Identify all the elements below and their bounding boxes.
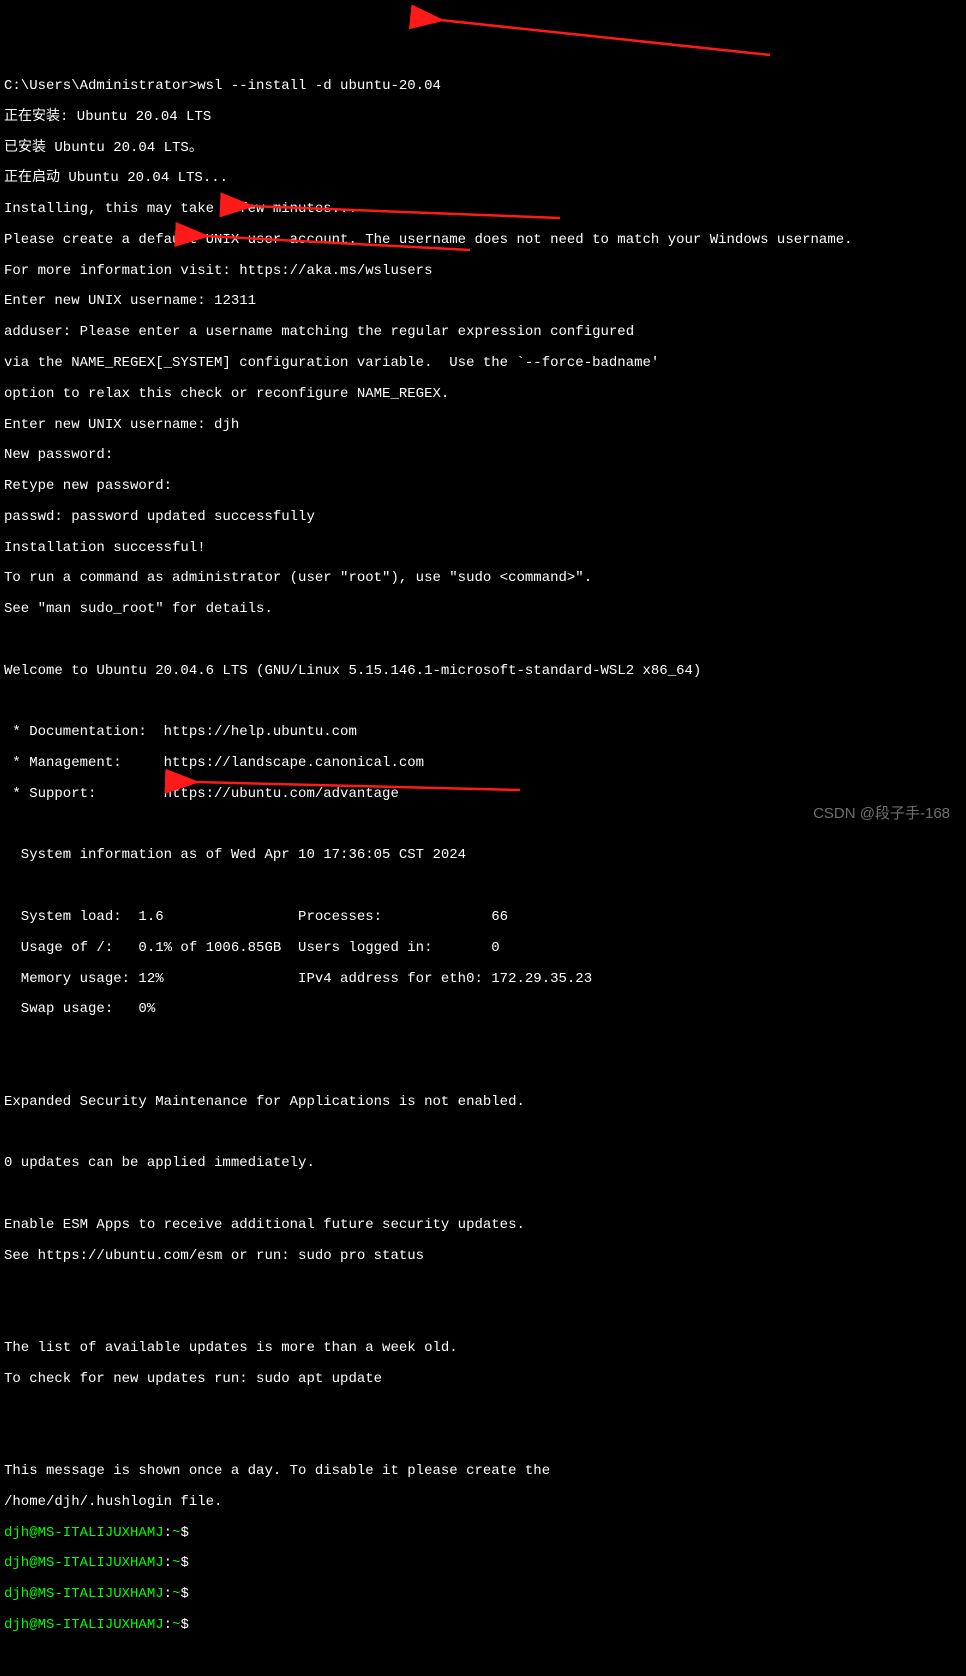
line-sysinfo: System information as of Wed Apr 10 17:3… (4, 848, 962, 863)
shell-prompt[interactable]: djh@MS-ITALIJUXHAMJ:~$ (4, 1587, 962, 1602)
blank (4, 1126, 962, 1141)
blank (4, 1033, 962, 1048)
arrow-annotation (440, 20, 770, 55)
line-new-pw: New password: (4, 448, 962, 463)
ps1-user-host: djh@MS-ITALIJUXHAMJ (4, 1617, 164, 1633)
shell-prompt[interactable]: djh@MS-ITALIJUXHAMJ:~$ (4, 1526, 962, 1541)
shell-prompt[interactable]: djh@MS-ITALIJUXHAMJ:~$ (4, 1556, 962, 1571)
ps1-path: ~ (172, 1555, 180, 1571)
line-adduser-err1: adduser: Please enter a username matchin… (4, 325, 962, 340)
shell-prompt[interactable]: djh@MS-ITALIJUXHAMJ:~$ (4, 1618, 962, 1633)
ps1-sep: : (164, 1555, 172, 1571)
line-esm3: See https://ubuntu.com/esm or run: sudo … (4, 1249, 962, 1264)
blank (4, 1403, 962, 1418)
ps1-sep: : (164, 1617, 172, 1633)
line-doc: * Documentation: https://help.ubuntu.com (4, 725, 962, 740)
command-text: wsl --install -d ubuntu-20.04 (197, 78, 441, 94)
line-supp: * Support: https://ubuntu.com/advantage (4, 787, 962, 802)
terminal-output[interactable]: C:\Users\Administrator>wsl --install -d … (4, 64, 962, 1649)
ps1-path: ~ (172, 1525, 180, 1541)
enter-user1-value: 12311 (214, 293, 256, 309)
line-pw-updated: passwd: password updated successfully (4, 510, 962, 525)
blank (4, 1064, 962, 1079)
blank (4, 695, 962, 710)
ps1-user-host: djh@MS-ITALIJUXHAMJ (4, 1525, 164, 1541)
line-installing: Installing, this may take a few minutes.… (4, 202, 962, 217)
line-adduser-err3: option to relax this check or reconfigur… (4, 387, 962, 402)
blank (4, 1433, 962, 1448)
line-updates: 0 updates can be applied immediately. (4, 1156, 962, 1171)
ps1-sep: : (164, 1525, 172, 1541)
blank (4, 1279, 962, 1294)
line-more-info: For more information visit: https://aka.… (4, 264, 962, 279)
line-sys3: Memory usage: 12% IPv4 address for eth0:… (4, 972, 962, 987)
line-starting-zh: 正在启动 Ubuntu 20.04 LTS... (4, 171, 962, 186)
line-install-ok: Installation successful! (4, 541, 962, 556)
ps1-dollar: $ (180, 1586, 188, 1602)
line-old1: The list of available updates is more th… (4, 1341, 962, 1356)
line-esm2: Enable ESM Apps to receive additional fu… (4, 1218, 962, 1233)
line-adduser-err2: via the NAME_REGEX[_SYSTEM] configuratio… (4, 356, 962, 371)
ps1-path: ~ (172, 1586, 180, 1602)
blank (4, 879, 962, 894)
line-sys2: Usage of /: 0.1% of 1006.85GB Users logg… (4, 941, 962, 956)
blank (4, 818, 962, 833)
line-hush1: This message is shown once a day. To dis… (4, 1464, 962, 1479)
blank (4, 1187, 962, 1202)
ps1-user-host: djh@MS-ITALIJUXHAMJ (4, 1586, 164, 1602)
ps1-dollar: $ (180, 1555, 188, 1571)
line-create-account: Please create a default UNIX user accoun… (4, 233, 962, 248)
ps1-dollar: $ (180, 1617, 188, 1633)
line-installed-zh: 已安装 Ubuntu 20.04 LTS。 (4, 141, 962, 156)
line-mgmt: * Management: https://landscape.canonica… (4, 756, 962, 771)
ps1-user-host: djh@MS-ITALIJUXHAMJ (4, 1555, 164, 1571)
win-prompt: C:\Users\Administrator> (4, 78, 197, 94)
line-old2: To check for new updates run: sudo apt u… (4, 1372, 962, 1387)
line-sudo2: See "man sudo_root" for details. (4, 602, 962, 617)
line-installing-zh: 正在安装: Ubuntu 20.04 LTS (4, 110, 962, 125)
line-welcome: Welcome to Ubuntu 20.04.6 LTS (GNU/Linux… (4, 664, 962, 679)
line-sys4: Swap usage: 0% (4, 1002, 962, 1017)
line-esm1: Expanded Security Maintenance for Applic… (4, 1095, 962, 1110)
line-hush2: /home/djh/.hushlogin file. (4, 1495, 962, 1510)
ps1-path: ~ (172, 1617, 180, 1633)
ps1-sep: : (164, 1586, 172, 1602)
line-sys1: System load: 1.6 Processes: 66 (4, 910, 962, 925)
line-retype-pw: Retype new password: (4, 479, 962, 494)
blank (4, 1310, 962, 1325)
enter-user2-label: Enter new UNIX username: (4, 417, 214, 433)
enter-user2-value: djh (214, 417, 239, 433)
ps1-dollar: $ (180, 1525, 188, 1541)
enter-user1-label: Enter new UNIX username: (4, 293, 214, 309)
line-sudo1: To run a command as administrator (user … (4, 571, 962, 586)
blank (4, 633, 962, 648)
